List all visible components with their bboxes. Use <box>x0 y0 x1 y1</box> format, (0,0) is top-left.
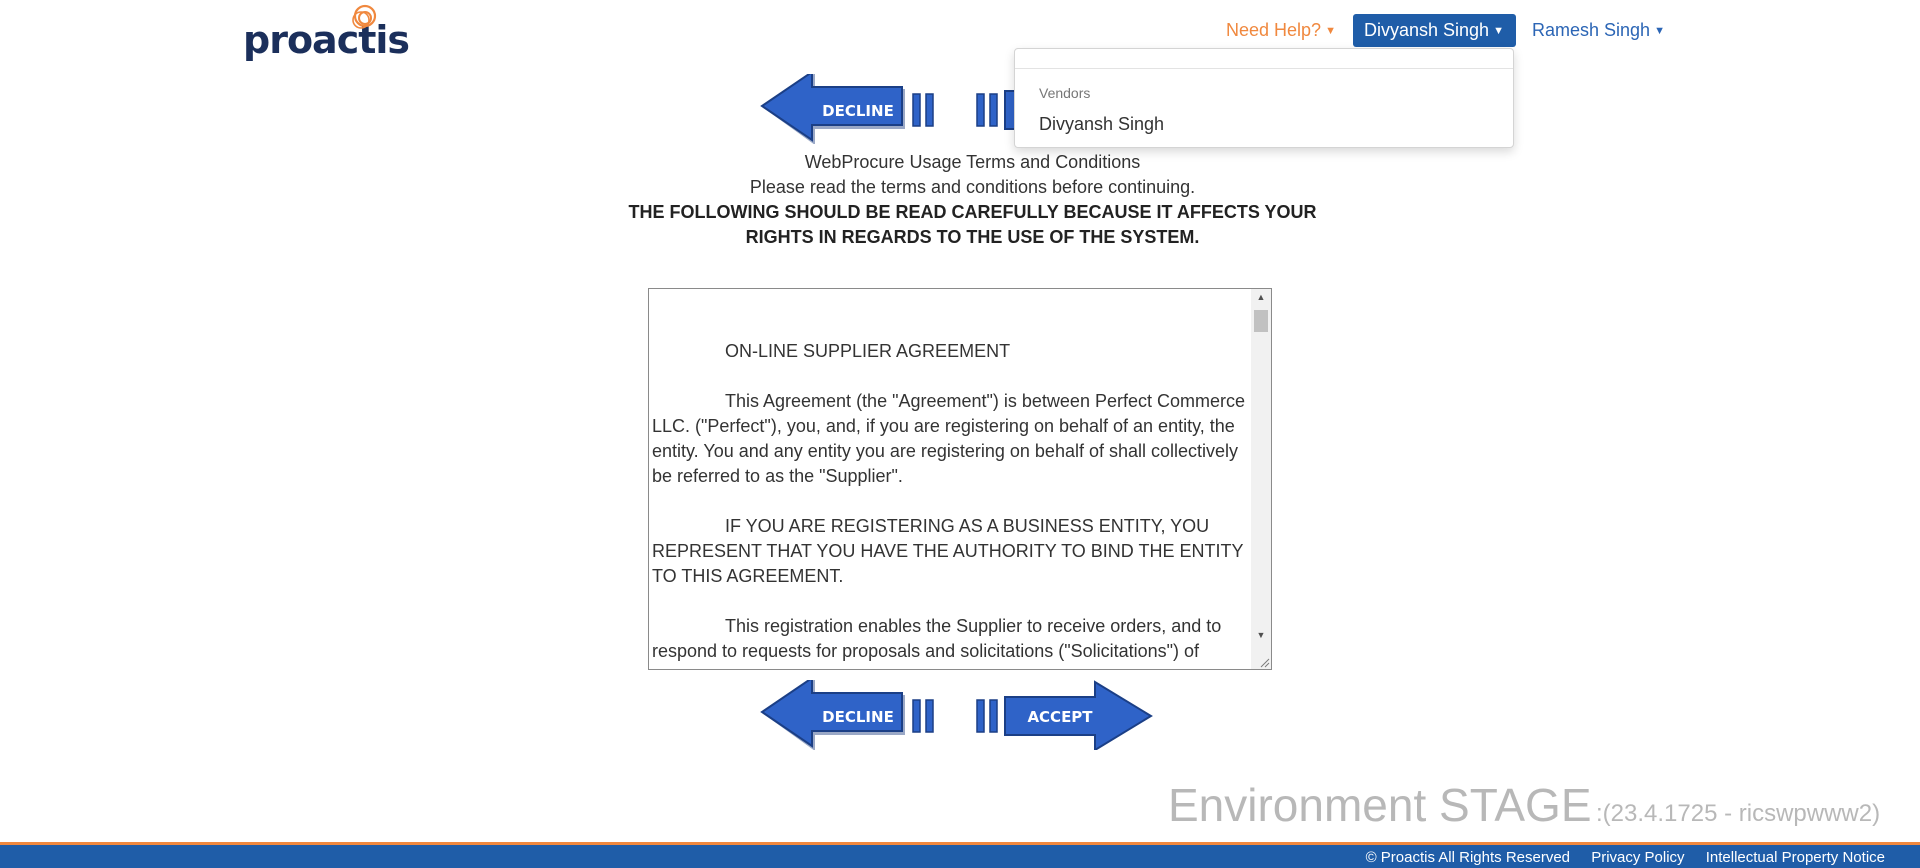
dropdown-item-vendor[interactable]: Divyansh Singh <box>1039 114 1164 135</box>
scroll-up-arrow-icon[interactable]: ▲ <box>1251 289 1271 305</box>
user-dropdown-menu: Vendors Divyansh Singh <box>1014 48 1514 148</box>
environment-label: Environment STAGE :(23.4.1725 - ricswpww… <box>1168 778 1880 832</box>
footer-privacy-link[interactable]: Privacy Policy <box>1591 849 1684 866</box>
decline-arrow-icon: DECLINE <box>760 74 934 144</box>
decline-label: DECLINE <box>822 102 894 120</box>
need-help-label: Need Help? <box>1226 20 1322 40</box>
accept-label: ACCEPT <box>1027 708 1093 726</box>
terms-content: ON-LINE SUPPLIER AGREEMENT This Agreemen… <box>652 339 1248 669</box>
logo-rings-icon <box>352 4 377 29</box>
caret-down-icon: ▼ <box>1325 25 1336 37</box>
proactis-logo[interactable]: proactis <box>243 2 410 68</box>
terms-intro: WebProcure Usage Terms and Conditions Pl… <box>620 150 1325 250</box>
footer: © Proactis All Rights Reserved Privacy P… <box>0 842 1920 868</box>
scroll-down-arrow-icon[interactable]: ▼ <box>1251 627 1271 643</box>
decline-arrow-icon: DECLINE <box>760 680 934 750</box>
need-help-menu[interactable]: Need Help? ▼ <box>1226 20 1336 41</box>
terms-paragraph: This Agreement (the "Agreement") is betw… <box>652 391 1245 486</box>
terms-paragraph: This registration enables the Supplier t… <box>652 616 1222 661</box>
caret-down-icon: ▼ <box>1493 25 1504 37</box>
environment-name: Environment STAGE <box>1168 779 1592 831</box>
resize-grip-icon[interactable] <box>1258 656 1270 668</box>
decline-button-bottom[interactable]: DECLINE <box>760 680 942 750</box>
terms-title: WebProcure Usage Terms and Conditions <box>804 152 1141 172</box>
scroll-thumb[interactable] <box>1254 310 1268 332</box>
terms-paragraph: IF YOU ARE REGISTERING AS A BUSINESS ENT… <box>652 516 1244 586</box>
accept-button-bottom[interactable]: ACCEPT <box>975 680 1157 750</box>
decline-label: DECLINE <box>822 708 894 726</box>
environment-build: :(23.4.1725 - ricswpwww2) <box>1595 800 1881 827</box>
footer-ip-notice-link[interactable]: Intellectual Property Notice <box>1706 849 1885 866</box>
active-user-label: Divyansh Singh <box>1364 20 1490 40</box>
dropdown-divider <box>1015 68 1513 69</box>
caret-down-icon: ▼ <box>1654 25 1665 37</box>
other-user-menu[interactable]: Ramesh Singh ▼ <box>1532 20 1665 41</box>
page: proactis Need Help? ▼ Divyansh Singh ▼ Ram… <box>0 0 1920 868</box>
terms-warning: THE FOLLOWING SHOULD BE READ CAREFULLY B… <box>628 202 1317 247</box>
logo-wordmark: proactis <box>243 18 410 62</box>
accept-arrow-icon: ACCEPT <box>976 680 1153 750</box>
terms-instruction: Please read the terms and conditions bef… <box>749 177 1196 197</box>
footer-copyright: © Proactis All Rights Reserved <box>1365 849 1571 866</box>
other-user-label: Ramesh Singh <box>1532 20 1651 40</box>
footer-links: © Proactis All Rights Reserved Privacy P… <box>1349 849 1885 866</box>
terms-textarea[interactable]: ON-LINE SUPPLIER AGREEMENT This Agreemen… <box>648 288 1272 670</box>
terms-heading: ON-LINE SUPPLIER AGREEMENT <box>725 341 1011 361</box>
dropdown-section-header: Vendors <box>1039 85 1091 101</box>
active-user-menu[interactable]: Divyansh Singh ▼ <box>1353 14 1516 47</box>
terms-scrollbar[interactable]: ▲ ▼ <box>1251 289 1271 669</box>
decline-button-top[interactable]: DECLINE <box>760 74 942 144</box>
